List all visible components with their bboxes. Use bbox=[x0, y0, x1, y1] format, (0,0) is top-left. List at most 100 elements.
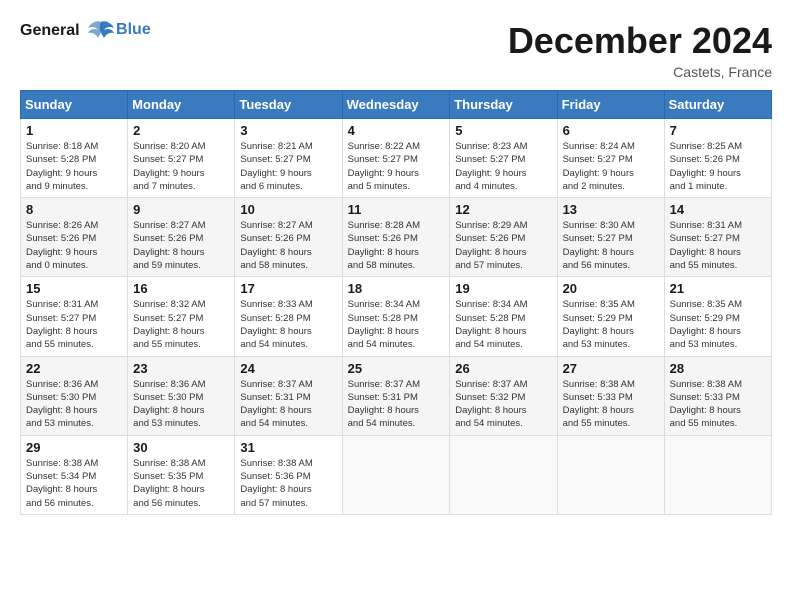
calendar-cell: 10 Sunrise: 8:27 AM Sunset: 5:26 PM Dayli… bbox=[235, 198, 342, 277]
day-number: 28 bbox=[670, 361, 766, 376]
calendar-cell: 16 Sunrise: 8:32 AM Sunset: 5:27 PM Dayli… bbox=[128, 277, 235, 356]
calendar-cell: 17 Sunrise: 8:33 AM Sunset: 5:28 PM Dayli… bbox=[235, 277, 342, 356]
calendar-cell: 13Sunrise: 8:30 AM Sunset: 5:27 PM Dayli… bbox=[557, 198, 664, 277]
day-info: Sunrise: 8:32 AM Sunset: 5:27 PM Dayligh… bbox=[133, 298, 229, 351]
day-number: 21 bbox=[670, 281, 766, 296]
calendar-header-row: SundayMondayTuesdayWednesdayThursdayFrid… bbox=[21, 91, 772, 119]
calendar: SundayMondayTuesdayWednesdayThursdayFrid… bbox=[20, 90, 772, 515]
day-number: 6 bbox=[563, 123, 659, 138]
day-info: Sunrise: 8:31 AM Sunset: 5:27 PM Dayligh… bbox=[26, 298, 122, 351]
calendar-week-row: 29 Sunrise: 8:38 AM Sunset: 5:34 PM Dayli… bbox=[21, 435, 772, 514]
calendar-week-row: 15 Sunrise: 8:31 AM Sunset: 5:27 PM Dayli… bbox=[21, 277, 772, 356]
day-number: 30 bbox=[133, 440, 229, 455]
day-info: Sunrise: 8:37 AM Sunset: 5:31 PM Dayligh… bbox=[348, 378, 445, 431]
day-number: 2 bbox=[133, 123, 229, 138]
day-info: Sunrise: 8:25 AM Sunset: 5:26 PM Dayligh… bbox=[670, 140, 766, 193]
day-info: Sunrise: 8:38 AM Sunset: 5:33 PM Dayligh… bbox=[563, 378, 659, 431]
day-info: Sunrise: 8:26 AM Sunset: 5:26 PM Dayligh… bbox=[26, 219, 122, 272]
day-info: Sunrise: 8:30 AM Sunset: 5:27 PM Dayligh… bbox=[563, 219, 659, 272]
day-number: 29 bbox=[26, 440, 122, 455]
logo-text-blue: Blue bbox=[116, 21, 151, 39]
calendar-cell: 4Sunrise: 8:22 AM Sunset: 5:27 PM Daylig… bbox=[342, 119, 450, 198]
day-header-wednesday: Wednesday bbox=[342, 91, 450, 119]
day-info: Sunrise: 8:24 AM Sunset: 5:27 PM Dayligh… bbox=[563, 140, 659, 193]
calendar-cell: 29 Sunrise: 8:38 AM Sunset: 5:34 PM Dayli… bbox=[21, 435, 128, 514]
day-number: 16 bbox=[133, 281, 229, 296]
day-info: Sunrise: 8:35 AM Sunset: 5:29 PM Dayligh… bbox=[670, 298, 766, 351]
calendar-cell: 27 Sunrise: 8:38 AM Sunset: 5:33 PM Dayli… bbox=[557, 356, 664, 435]
day-info: Sunrise: 8:38 AM Sunset: 5:35 PM Dayligh… bbox=[133, 457, 229, 510]
calendar-cell: 22 Sunrise: 8:36 AM Sunset: 5:30 PM Dayli… bbox=[21, 356, 128, 435]
calendar-cell bbox=[664, 435, 771, 514]
calendar-cell: 11Sunrise: 8:28 AM Sunset: 5:26 PM Dayli… bbox=[342, 198, 450, 277]
day-number: 31 bbox=[240, 440, 336, 455]
calendar-week-row: 22 Sunrise: 8:36 AM Sunset: 5:30 PM Dayli… bbox=[21, 356, 772, 435]
day-number: 25 bbox=[348, 361, 445, 376]
day-number: 26 bbox=[455, 361, 551, 376]
calendar-cell: 21 Sunrise: 8:35 AM Sunset: 5:29 PM Dayli… bbox=[664, 277, 771, 356]
day-header-tuesday: Tuesday bbox=[235, 91, 342, 119]
day-info: Sunrise: 8:36 AM Sunset: 5:30 PM Dayligh… bbox=[133, 378, 229, 431]
calendar-cell: 9 Sunrise: 8:27 AM Sunset: 5:26 PM Daylig… bbox=[128, 198, 235, 277]
day-info: Sunrise: 8:27 AM Sunset: 5:26 PM Dayligh… bbox=[133, 219, 229, 272]
calendar-cell: 26Sunrise: 8:37 AM Sunset: 5:32 PM Dayli… bbox=[450, 356, 557, 435]
day-info: Sunrise: 8:33 AM Sunset: 5:28 PM Dayligh… bbox=[240, 298, 336, 351]
calendar-cell: 14 Sunrise: 8:31 AM Sunset: 5:27 PM Dayli… bbox=[664, 198, 771, 277]
day-info: Sunrise: 8:34 AM Sunset: 5:28 PM Dayligh… bbox=[348, 298, 445, 351]
header: General Blue December 2024 Castets, Fran… bbox=[20, 20, 772, 80]
day-info: Sunrise: 8:27 AM Sunset: 5:26 PM Dayligh… bbox=[240, 219, 336, 272]
day-number: 27 bbox=[563, 361, 659, 376]
calendar-cell: 8 Sunrise: 8:26 AM Sunset: 5:26 PM Daylig… bbox=[21, 198, 128, 277]
logo-text-general: General bbox=[20, 22, 80, 39]
logo-bird-icon bbox=[86, 20, 116, 42]
calendar-cell: 31 Sunrise: 8:38 AM Sunset: 5:36 PM Dayli… bbox=[235, 435, 342, 514]
day-info: Sunrise: 8:38 AM Sunset: 5:33 PM Dayligh… bbox=[670, 378, 766, 431]
calendar-cell: 20Sunrise: 8:35 AM Sunset: 5:29 PM Dayli… bbox=[557, 277, 664, 356]
location: Castets, France bbox=[508, 64, 772, 80]
calendar-week-row: 8 Sunrise: 8:26 AM Sunset: 5:26 PM Daylig… bbox=[21, 198, 772, 277]
calendar-cell: 28 Sunrise: 8:38 AM Sunset: 5:33 PM Dayli… bbox=[664, 356, 771, 435]
day-number: 17 bbox=[240, 281, 336, 296]
day-number: 10 bbox=[240, 202, 336, 217]
month-title: December 2024 bbox=[508, 20, 772, 62]
day-number: 11 bbox=[348, 202, 445, 217]
calendar-week-row: 1Sunrise: 8:18 AM Sunset: 5:28 PM Daylig… bbox=[21, 119, 772, 198]
day-number: 5 bbox=[455, 123, 551, 138]
calendar-cell bbox=[557, 435, 664, 514]
day-info: Sunrise: 8:18 AM Sunset: 5:28 PM Dayligh… bbox=[26, 140, 122, 193]
day-info: Sunrise: 8:29 AM Sunset: 5:26 PM Dayligh… bbox=[455, 219, 551, 272]
calendar-cell: 18Sunrise: 8:34 AM Sunset: 5:28 PM Dayli… bbox=[342, 277, 450, 356]
day-header-thursday: Thursday bbox=[450, 91, 557, 119]
calendar-cell: 7 Sunrise: 8:25 AM Sunset: 5:26 PM Daylig… bbox=[664, 119, 771, 198]
calendar-cell: 15 Sunrise: 8:31 AM Sunset: 5:27 PM Dayli… bbox=[21, 277, 128, 356]
day-number: 14 bbox=[670, 202, 766, 217]
calendar-cell: 19Sunrise: 8:34 AM Sunset: 5:28 PM Dayli… bbox=[450, 277, 557, 356]
calendar-cell: 2Sunrise: 8:20 AM Sunset: 5:27 PM Daylig… bbox=[128, 119, 235, 198]
day-number: 24 bbox=[240, 361, 336, 376]
day-info: Sunrise: 8:38 AM Sunset: 5:34 PM Dayligh… bbox=[26, 457, 122, 510]
calendar-cell: 3Sunrise: 8:21 AM Sunset: 5:27 PM Daylig… bbox=[235, 119, 342, 198]
calendar-cell: 23 Sunrise: 8:36 AM Sunset: 5:30 PM Dayli… bbox=[128, 356, 235, 435]
day-info: Sunrise: 8:31 AM Sunset: 5:27 PM Dayligh… bbox=[670, 219, 766, 272]
day-number: 22 bbox=[26, 361, 122, 376]
calendar-cell bbox=[450, 435, 557, 514]
day-number: 15 bbox=[26, 281, 122, 296]
day-info: Sunrise: 8:23 AM Sunset: 5:27 PM Dayligh… bbox=[455, 140, 551, 193]
day-number: 9 bbox=[133, 202, 229, 217]
day-header-saturday: Saturday bbox=[664, 91, 771, 119]
day-number: 7 bbox=[670, 123, 766, 138]
day-info: Sunrise: 8:38 AM Sunset: 5:36 PM Dayligh… bbox=[240, 457, 336, 510]
day-info: Sunrise: 8:34 AM Sunset: 5:28 PM Dayligh… bbox=[455, 298, 551, 351]
day-info: Sunrise: 8:36 AM Sunset: 5:30 PM Dayligh… bbox=[26, 378, 122, 431]
day-number: 4 bbox=[348, 123, 445, 138]
day-info: Sunrise: 8:21 AM Sunset: 5:27 PM Dayligh… bbox=[240, 140, 336, 193]
calendar-cell: 30 Sunrise: 8:38 AM Sunset: 5:35 PM Dayli… bbox=[128, 435, 235, 514]
day-info: Sunrise: 8:37 AM Sunset: 5:31 PM Dayligh… bbox=[240, 378, 336, 431]
calendar-cell: 12 Sunrise: 8:29 AM Sunset: 5:26 PM Dayli… bbox=[450, 198, 557, 277]
day-number: 23 bbox=[133, 361, 229, 376]
day-header-friday: Friday bbox=[557, 91, 664, 119]
day-number: 12 bbox=[455, 202, 551, 217]
calendar-cell: 25 Sunrise: 8:37 AM Sunset: 5:31 PM Dayli… bbox=[342, 356, 450, 435]
calendar-cell: 5 Sunrise: 8:23 AM Sunset: 5:27 PM Daylig… bbox=[450, 119, 557, 198]
day-number: 8 bbox=[26, 202, 122, 217]
